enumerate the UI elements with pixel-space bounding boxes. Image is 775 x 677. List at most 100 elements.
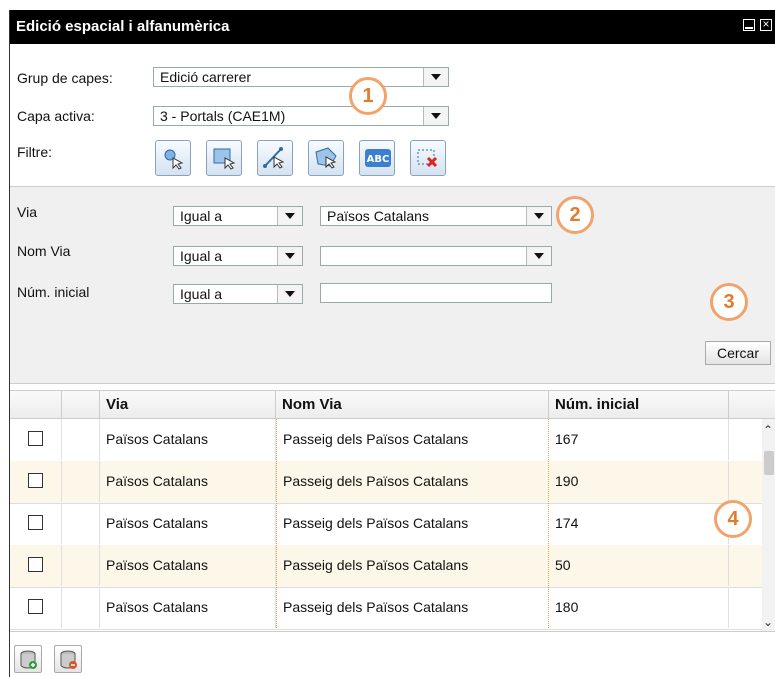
row-edit-cell xyxy=(62,503,100,544)
scroll-down-icon[interactable]: ⌄ xyxy=(763,615,773,629)
row-select-cell xyxy=(10,419,62,460)
operator-select-via[interactable]: Igual a xyxy=(173,206,303,226)
abc-text-icon: ABC xyxy=(365,149,391,167)
table-row[interactable]: Països Catalans Passeig dels Països Catal… xyxy=(10,461,762,504)
select-point-icon xyxy=(164,149,184,170)
layer-group-select[interactable]: Edició carrerer xyxy=(153,67,449,87)
layer-group-label: Grup de capes: xyxy=(17,70,113,86)
scroll-up-icon[interactable]: ⌃ xyxy=(763,423,773,437)
table-row[interactable]: Països Catalans Passeig dels Països Catal… xyxy=(10,503,762,546)
chevron-down-icon[interactable] xyxy=(526,207,551,225)
field-label-nom-via: Nom Via xyxy=(17,243,71,259)
callout-1: 1 xyxy=(349,77,387,115)
close-icon[interactable]: × xyxy=(760,18,772,31)
select-point-button[interactable] xyxy=(155,140,191,176)
callout-3: 3 xyxy=(710,283,748,321)
delete-record-icon xyxy=(60,650,77,669)
header-nom-via[interactable]: Nom Via xyxy=(276,391,549,418)
row-select-cell xyxy=(10,503,62,544)
cell-via: Països Catalans xyxy=(100,503,276,544)
select-line-icon xyxy=(263,147,285,169)
header-edit-col xyxy=(62,391,100,418)
cell-nom-via: Passeig dels Països Catalans xyxy=(276,503,549,544)
select-rectangle-icon xyxy=(213,148,236,170)
layer-group-value: Edició carrerer xyxy=(160,69,252,85)
row-edit-cell xyxy=(62,461,100,502)
operator-value-nom-via: Igual a xyxy=(180,248,223,264)
abc-text: ABC xyxy=(367,154,390,165)
row-checkbox[interactable] xyxy=(28,599,43,614)
cell-num-inicial: 190 xyxy=(549,461,729,502)
title-bar: Edició espacial i alfanumèrica × xyxy=(10,10,775,44)
chevron-down-icon[interactable] xyxy=(526,247,551,265)
cell-nom-via: Passeig dels Països Catalans xyxy=(276,545,549,586)
callout-4: 4 xyxy=(714,500,752,538)
operator-select-nom-via[interactable]: Igual a xyxy=(173,246,303,266)
cell-num-inicial: 180 xyxy=(549,587,729,628)
value-via: Països Catalans xyxy=(327,208,429,224)
text-filter-button[interactable]: ABC xyxy=(359,140,395,176)
value-select-nom-via[interactable] xyxy=(320,246,552,266)
row-edit-cell xyxy=(62,545,100,586)
chevron-down-icon[interactable] xyxy=(423,68,448,86)
operator-select-num-inicial[interactable]: Igual a xyxy=(173,284,303,304)
field-label-via: Via xyxy=(17,204,37,220)
header-via[interactable]: Via xyxy=(100,391,276,418)
results-grid: Via Nom Via Núm. inicial Països Catalans… xyxy=(10,390,775,632)
delete-record-button[interactable] xyxy=(54,645,82,673)
value-select-via[interactable]: Països Catalans xyxy=(320,206,552,226)
operator-value-via: Igual a xyxy=(180,208,223,224)
row-checkbox[interactable] xyxy=(28,473,43,488)
filter-label: Filtre: xyxy=(17,144,52,160)
cell-num-inicial: 174 xyxy=(549,503,729,544)
cell-num-inicial: 167 xyxy=(549,419,729,460)
table-row[interactable]: Països Catalans Passeig dels Països Catal… xyxy=(10,545,762,588)
minimize-icon[interactable] xyxy=(743,19,755,31)
row-checkbox[interactable] xyxy=(28,557,43,572)
cell-nom-via: Passeig dels Països Catalans xyxy=(276,461,549,502)
chevron-down-icon[interactable] xyxy=(423,107,448,125)
scroll-thumb[interactable] xyxy=(764,451,774,475)
add-record-button[interactable] xyxy=(14,645,42,673)
cell-num-inicial: 50 xyxy=(549,545,729,586)
row-edit-cell xyxy=(62,587,100,628)
row-checkbox[interactable] xyxy=(28,431,43,446)
chevron-down-icon[interactable] xyxy=(277,207,302,225)
row-select-cell xyxy=(10,587,62,628)
cell-nom-via: Passeig dels Països Catalans xyxy=(276,587,549,628)
add-record-icon xyxy=(20,650,37,669)
clear-selection-button[interactable] xyxy=(410,140,446,176)
cell-via: Països Catalans xyxy=(100,587,276,628)
grid-header: Via Nom Via Núm. inicial xyxy=(10,391,775,419)
edit-window: Edició espacial i alfanumèrica × Grup de… xyxy=(9,10,775,677)
select-line-button[interactable] xyxy=(257,140,293,176)
cell-via: Països Catalans xyxy=(100,461,276,502)
grid-scrollbar[interactable]: ⌃ ⌄ xyxy=(762,419,775,631)
row-edit-cell xyxy=(62,419,100,460)
row-select-cell xyxy=(10,461,62,502)
row-checkbox[interactable] xyxy=(28,515,43,530)
clear-selection-icon xyxy=(417,149,438,168)
window-title: Edició espacial i alfanumèrica xyxy=(16,18,230,35)
active-layer-select[interactable]: 3 - Portals (CAE1M) xyxy=(153,106,449,126)
table-row[interactable]: Països Catalans Passeig dels Països Catal… xyxy=(10,419,762,462)
row-select-cell xyxy=(10,545,62,586)
select-polygon-button[interactable] xyxy=(308,140,344,176)
num-inicial-input[interactable] xyxy=(320,283,552,303)
active-layer-label: Capa activa: xyxy=(17,108,95,124)
search-button[interactable]: Cercar xyxy=(705,341,771,365)
select-polygon-icon xyxy=(315,147,337,169)
chevron-down-icon[interactable] xyxy=(277,285,302,303)
cell-via: Països Catalans xyxy=(100,419,276,460)
cell-via: Països Catalans xyxy=(100,545,276,586)
select-rectangle-button[interactable] xyxy=(206,140,242,176)
operator-value-num-inicial: Igual a xyxy=(180,286,223,302)
callout-2: 2 xyxy=(556,196,594,234)
active-layer-value: 3 - Portals (CAE1M) xyxy=(160,108,286,124)
field-label-num-inicial: Núm. inicial xyxy=(17,284,90,300)
table-row[interactable]: Països Catalans Passeig dels Països Catal… xyxy=(10,587,762,630)
cell-nom-via: Passeig dels Països Catalans xyxy=(276,419,549,460)
header-num-inicial[interactable]: Núm. inicial xyxy=(549,391,729,418)
header-checkbox-col xyxy=(10,391,62,418)
chevron-down-icon[interactable] xyxy=(277,247,302,265)
